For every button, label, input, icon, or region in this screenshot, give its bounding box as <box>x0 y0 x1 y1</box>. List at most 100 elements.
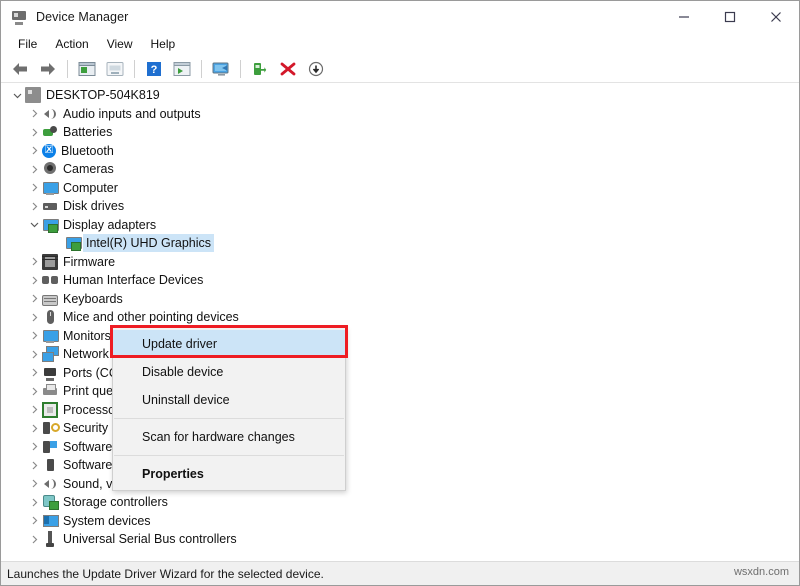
display-adapter-icon <box>42 217 59 233</box>
context-menu-item-uninstall-device[interactable]: Uninstall device <box>113 386 345 414</box>
tree-item[interactable]: System devices <box>1 512 799 531</box>
maximize-icon[interactable] <box>707 1 753 33</box>
device-manager-window: Device Manager File Action View Help ? D… <box>0 0 800 586</box>
tree-item-label: Storage controllers <box>63 495 168 510</box>
system-device-icon <box>42 513 59 529</box>
tree-item[interactable]: Batteries <box>1 123 799 142</box>
tree-item-label: Disk drives <box>63 199 125 214</box>
context-menu-item-disable-device[interactable]: Disable device <box>113 358 345 386</box>
usb-controller-icon <box>42 531 58 548</box>
context-menu[interactable]: Update driver Disable device Uninstall d… <box>112 327 346 491</box>
network-adapter-icon <box>42 346 59 363</box>
battery-icon <box>42 124 58 140</box>
chevron-right-icon[interactable] <box>26 143 42 159</box>
speaker-icon <box>42 476 58 492</box>
tree-item[interactable]: Display adapters <box>1 216 799 235</box>
chevron-right-icon[interactable] <box>26 439 42 455</box>
forward-icon[interactable] <box>36 57 60 81</box>
chevron-right-icon[interactable] <box>26 254 42 270</box>
chevron-right-icon[interactable] <box>26 513 42 529</box>
chevron-right-icon[interactable] <box>26 365 42 381</box>
tree-item[interactable]: Audio inputs and outputs <box>1 105 799 124</box>
device-tree-panel[interactable]: DESKTOP-504K819 Audio inputs and outputs… <box>1 83 799 561</box>
chevron-right-icon[interactable] <box>26 309 42 325</box>
tree-item[interactable]: Firmware <box>1 253 799 272</box>
printer-icon <box>42 383 58 399</box>
chevron-right-icon[interactable] <box>26 328 42 344</box>
chevron-right-icon[interactable] <box>26 494 42 510</box>
chevron-down-icon[interactable] <box>26 217 42 233</box>
close-icon[interactable] <box>753 1 799 33</box>
menu-file[interactable]: File <box>9 35 46 53</box>
speaker-icon <box>42 106 58 122</box>
watermark: wsxdn.com <box>729 565 793 579</box>
security-device-icon <box>42 420 60 436</box>
toolbar-separator <box>201 59 202 78</box>
disk-drive-icon <box>42 198 58 214</box>
chevron-right-icon[interactable] <box>26 476 42 492</box>
enable-device-icon[interactable] <box>248 57 272 81</box>
firmware-icon <box>42 253 58 270</box>
chevron-right-icon[interactable] <box>26 457 42 473</box>
uninstall-device-icon[interactable] <box>276 57 300 81</box>
context-menu-separator <box>114 418 344 419</box>
tree-item-label: Firmware <box>63 254 116 269</box>
chevron-right-icon[interactable] <box>26 402 42 418</box>
tree-item[interactable]: Disk drives <box>1 197 799 216</box>
tree-item[interactable]: Intel(R) UHD Graphics <box>1 234 799 253</box>
tree-item[interactable]: Cameras <box>1 160 799 179</box>
minimize-icon[interactable] <box>661 1 707 33</box>
tree-item-label: Universal Serial Bus controllers <box>63 532 237 547</box>
computer-icon <box>25 87 41 104</box>
chevron-right-icon[interactable] <box>26 531 42 547</box>
status-bar-text: Launches the Update Driver Wizard for th… <box>7 566 324 581</box>
tree-item[interactable]: Bluetooth <box>1 142 799 161</box>
software-component-icon <box>42 439 58 455</box>
back-icon[interactable] <box>8 57 32 81</box>
chevron-right-icon[interactable] <box>26 420 42 436</box>
tree-item-label: Cameras <box>63 162 114 177</box>
chevron-down-icon[interactable] <box>9 87 25 103</box>
chevron-right-icon[interactable] <box>26 291 42 307</box>
display-adapter-icon <box>65 235 82 252</box>
tree-item[interactable]: Computer <box>1 179 799 198</box>
chevron-right-icon[interactable] <box>26 272 42 288</box>
menu-help[interactable]: Help <box>142 35 185 53</box>
show-hide-console-tree-icon[interactable] <box>75 57 99 81</box>
status-bar: Launches the Update Driver Wizard for th… <box>1 561 799 585</box>
tree-item-label: Computer <box>63 180 118 195</box>
menu-view[interactable]: View <box>98 35 142 53</box>
chevron-right-icon[interactable] <box>26 161 42 177</box>
processor-icon <box>42 401 58 418</box>
chevron-right-icon[interactable] <box>26 106 42 122</box>
chevron-right-icon[interactable] <box>26 346 42 362</box>
help-icon[interactable]: ? <box>142 57 166 81</box>
tree-root-item[interactable]: DESKTOP-504K819 <box>1 86 799 105</box>
tree-item-label: Mice and other pointing devices <box>63 310 239 325</box>
tree-item[interactable]: Mice and other pointing devices <box>1 308 799 327</box>
port-icon <box>42 365 58 381</box>
chevron-right-icon[interactable] <box>26 124 42 140</box>
human-interface-icon <box>42 272 58 288</box>
tree-root-label: DESKTOP-504K819 <box>46 88 160 103</box>
context-menu-separator <box>114 455 344 456</box>
update-driver-icon[interactable] <box>170 57 194 81</box>
tree-item[interactable]: Keyboards <box>1 290 799 309</box>
context-menu-item-scan-for-hardware-changes[interactable]: Scan for hardware changes <box>113 423 345 451</box>
tree-item[interactable]: Universal Serial Bus controllers <box>1 530 799 549</box>
software-device-icon <box>42 457 58 473</box>
context-menu-item-properties[interactable]: Properties <box>113 460 345 488</box>
tree-item[interactable]: Storage controllers <box>1 493 799 512</box>
tree-item-label: Audio inputs and outputs <box>63 106 201 121</box>
properties-icon[interactable] <box>103 57 127 81</box>
chevron-right-icon[interactable] <box>26 180 42 196</box>
tree-item[interactable]: Human Interface Devices <box>1 271 799 290</box>
scan-hardware-changes-icon[interactable] <box>209 57 233 81</box>
context-menu-item-update-driver[interactable]: Update driver <box>113 330 345 358</box>
disable-device-icon[interactable] <box>304 57 328 81</box>
toolbar-separator <box>240 59 241 78</box>
chevron-right-icon[interactable] <box>26 383 42 399</box>
menu-action[interactable]: Action <box>46 35 97 53</box>
tree-item-label: Keyboards <box>63 291 123 306</box>
chevron-right-icon[interactable] <box>26 198 42 214</box>
